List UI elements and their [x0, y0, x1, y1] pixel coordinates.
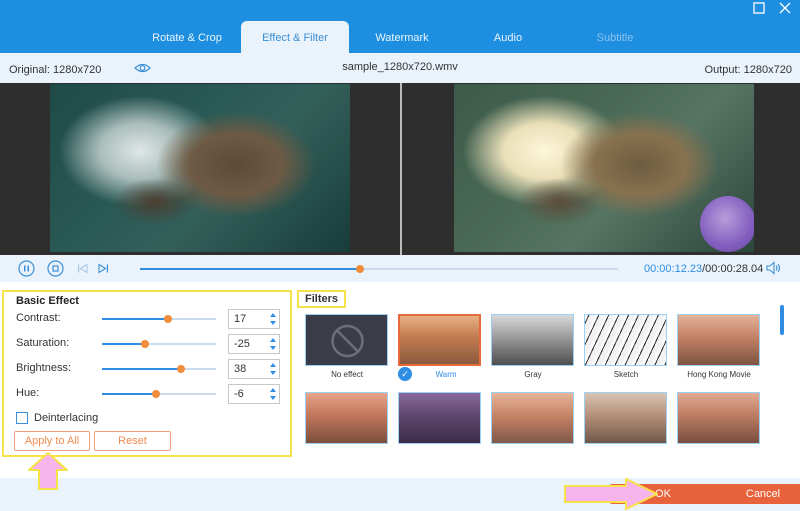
callout-arrow-right-icon — [564, 478, 658, 510]
maximize-icon[interactable] — [751, 2, 767, 18]
deinterlacing-checkbox[interactable] — [16, 412, 28, 424]
progress-fill — [140, 268, 360, 270]
filter-label-gray: Gray — [524, 370, 542, 379]
tab-bar: Rotate & Crop Effect & Filter Watermark … — [0, 0, 800, 53]
playback-bar: 00:00:12.23/00:00:28.04 — [0, 255, 800, 282]
time-display: 00:00:12.23/00:00:28.04 — [644, 263, 763, 275]
volume-icon[interactable] — [766, 261, 782, 275]
hue-row: Hue: -6 — [16, 384, 282, 404]
filter-warm[interactable] — [398, 314, 481, 366]
increment-icon[interactable] — [270, 338, 276, 342]
current-time: 00:00:12.23 — [644, 263, 703, 275]
filter-thumbnail[interactable] — [398, 392, 481, 444]
increment-icon[interactable] — [270, 388, 276, 392]
increment-icon[interactable] — [270, 363, 276, 367]
brightness-row: Brightness: 38 — [16, 359, 282, 379]
increment-icon[interactable] — [270, 313, 276, 317]
decrement-icon[interactable] — [270, 371, 276, 375]
hue-input[interactable]: -6 — [228, 384, 280, 404]
previous-frame-icon[interactable] — [74, 260, 91, 277]
filter-thumbnail[interactable] — [305, 392, 388, 444]
filter-label-sketch: Sketch — [613, 370, 639, 379]
contrast-input[interactable]: 17 — [228, 309, 280, 329]
tab-rotate-crop[interactable]: Rotate & Crop — [133, 21, 241, 53]
close-icon[interactable] — [777, 2, 793, 18]
stop-icon[interactable] — [47, 260, 64, 277]
tab-effect-filter[interactable]: Effect & Filter — [241, 21, 349, 53]
filters-scrollbar[interactable] — [780, 305, 784, 335]
brightness-input[interactable]: 38 — [228, 359, 280, 379]
decrement-icon[interactable] — [270, 346, 276, 350]
original-preview — [50, 84, 350, 252]
no-effect-icon — [331, 324, 364, 358]
brightness-slider[interactable] — [102, 365, 216, 373]
filter-label-hong-kong-movie: Hong Kong Movie — [687, 370, 751, 379]
watermark-image — [700, 196, 754, 252]
basic-effect-title: Basic Effect — [16, 295, 79, 307]
saturation-label: Saturation: — [16, 337, 70, 349]
contrast-label: Contrast: — [16, 312, 61, 324]
apply-to-all-button[interactable]: Apply to All — [14, 431, 90, 451]
basic-effect-panel: Basic Effect Contrast: 17 Saturation: -2… — [2, 290, 292, 457]
tab-subtitle[interactable]: Subtitle — [561, 21, 669, 53]
saturation-handle[interactable] — [141, 340, 150, 348]
contrast-handle[interactable] — [164, 315, 173, 323]
filter-thumbnail[interactable] — [491, 392, 574, 444]
hue-slider[interactable] — [102, 390, 216, 398]
brightness-label: Brightness: — [16, 362, 72, 374]
tab-audio[interactable]: Audio — [454, 21, 562, 53]
tab-watermark[interactable]: Watermark — [348, 21, 456, 53]
output-preview — [454, 84, 754, 252]
brightness-handle[interactable] — [176, 365, 185, 373]
filter-no-effect[interactable] — [305, 314, 388, 366]
total-time: /00:00:28.04 — [702, 263, 764, 275]
saturation-slider[interactable] — [102, 340, 216, 348]
filter-label-warm: Warm — [435, 370, 457, 379]
next-frame-icon[interactable] — [95, 260, 112, 277]
progress-handle[interactable] — [355, 265, 364, 273]
pause-icon[interactable] — [18, 260, 35, 277]
file-name: sample_1280x720.wmv — [342, 61, 458, 73]
filters-title: Filters — [297, 290, 346, 308]
hue-handle[interactable] — [151, 390, 160, 398]
deinterlacing-label: Deinterlacing — [34, 412, 99, 424]
contrast-row: Contrast: 17 — [16, 309, 282, 329]
callout-arrow-up-icon — [28, 452, 68, 490]
contrast-slider[interactable] — [102, 315, 216, 323]
output-resolution: Output: 1280x720 — [704, 64, 792, 76]
saturation-input[interactable]: -25 — [228, 334, 280, 354]
saturation-row: Saturation: -25 — [16, 334, 282, 354]
filter-label-no-effect: No effect — [331, 370, 363, 379]
reset-button[interactable]: Reset — [94, 431, 171, 451]
hue-label: Hue: — [16, 387, 40, 399]
progress-slider[interactable] — [140, 265, 618, 273]
preview-divider — [400, 83, 402, 255]
filter-hong-kong-movie[interactable] — [677, 314, 760, 366]
filter-sketch[interactable] — [584, 314, 667, 366]
filter-thumbnail[interactable] — [677, 392, 760, 444]
preview-area — [0, 83, 800, 255]
decrement-icon[interactable] — [270, 396, 276, 400]
cancel-button[interactable]: Cancel — [710, 484, 800, 504]
info-bar: Original: 1280x720 sample_1280x720.wmv O… — [0, 53, 800, 136]
decrement-icon[interactable] — [270, 321, 276, 325]
filter-gray[interactable] — [491, 314, 574, 366]
filter-thumbnail[interactable] — [584, 392, 667, 444]
